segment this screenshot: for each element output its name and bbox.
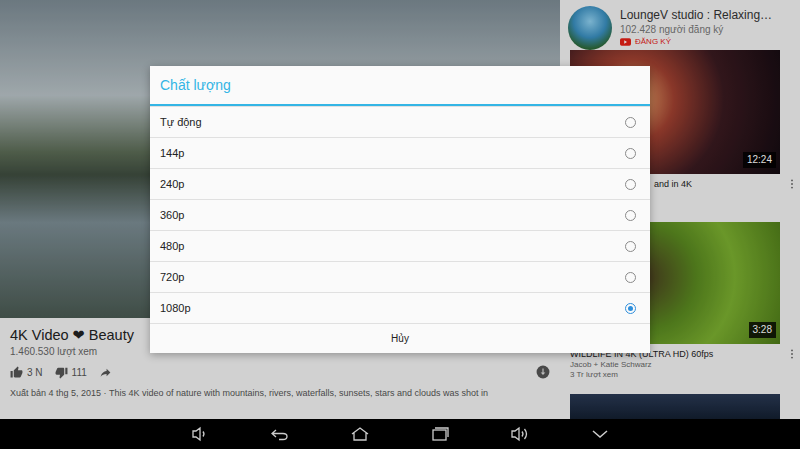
quality-option[interactable]: 1080p xyxy=(150,292,650,323)
volume-down-icon[interactable] xyxy=(190,424,210,444)
screen: 4K Video ❤ Beauty1.460.530 lượt xem3 N11… xyxy=(0,0,800,449)
radio-button[interactable] xyxy=(625,148,636,159)
option-label: 144p xyxy=(160,147,184,159)
volume-up-icon[interactable] xyxy=(510,424,530,444)
cancel-button[interactable]: Hủy xyxy=(150,323,650,353)
quality-option[interactable]: Tự động xyxy=(150,106,650,137)
quality-dialog: Chất lượng Tự động 144p 240p 360p 480p 720p 108… xyxy=(150,66,650,353)
recents-icon[interactable] xyxy=(430,424,450,444)
navigation-bar xyxy=(0,419,800,449)
quality-option[interactable]: 480p xyxy=(150,230,650,261)
option-label: 1080p xyxy=(160,302,191,314)
option-label: 480p xyxy=(160,240,184,252)
radio-button[interactable] xyxy=(625,179,636,190)
quality-option[interactable]: 360p xyxy=(150,199,650,230)
radio-button[interactable] xyxy=(625,241,636,252)
quality-option[interactable]: 144p xyxy=(150,137,650,168)
option-label: 360p xyxy=(160,209,184,221)
radio-button[interactable] xyxy=(625,303,636,314)
dialog-title: Chất lượng xyxy=(150,66,650,106)
radio-button[interactable] xyxy=(625,272,636,283)
home-icon[interactable] xyxy=(350,424,370,444)
quality-option[interactable]: 240p xyxy=(150,168,650,199)
main-area: 4K Video ❤ Beauty1.460.530 lượt xem3 N11… xyxy=(0,0,800,419)
option-label: 720p xyxy=(160,271,184,283)
radio-button[interactable] xyxy=(625,117,636,128)
hide-bar-icon[interactable] xyxy=(590,424,610,444)
quality-option[interactable]: 720p xyxy=(150,261,650,292)
radio-button[interactable] xyxy=(625,210,636,221)
option-label: Tự động xyxy=(160,116,202,128)
option-label: 240p xyxy=(160,178,184,190)
back-icon[interactable] xyxy=(270,424,290,444)
